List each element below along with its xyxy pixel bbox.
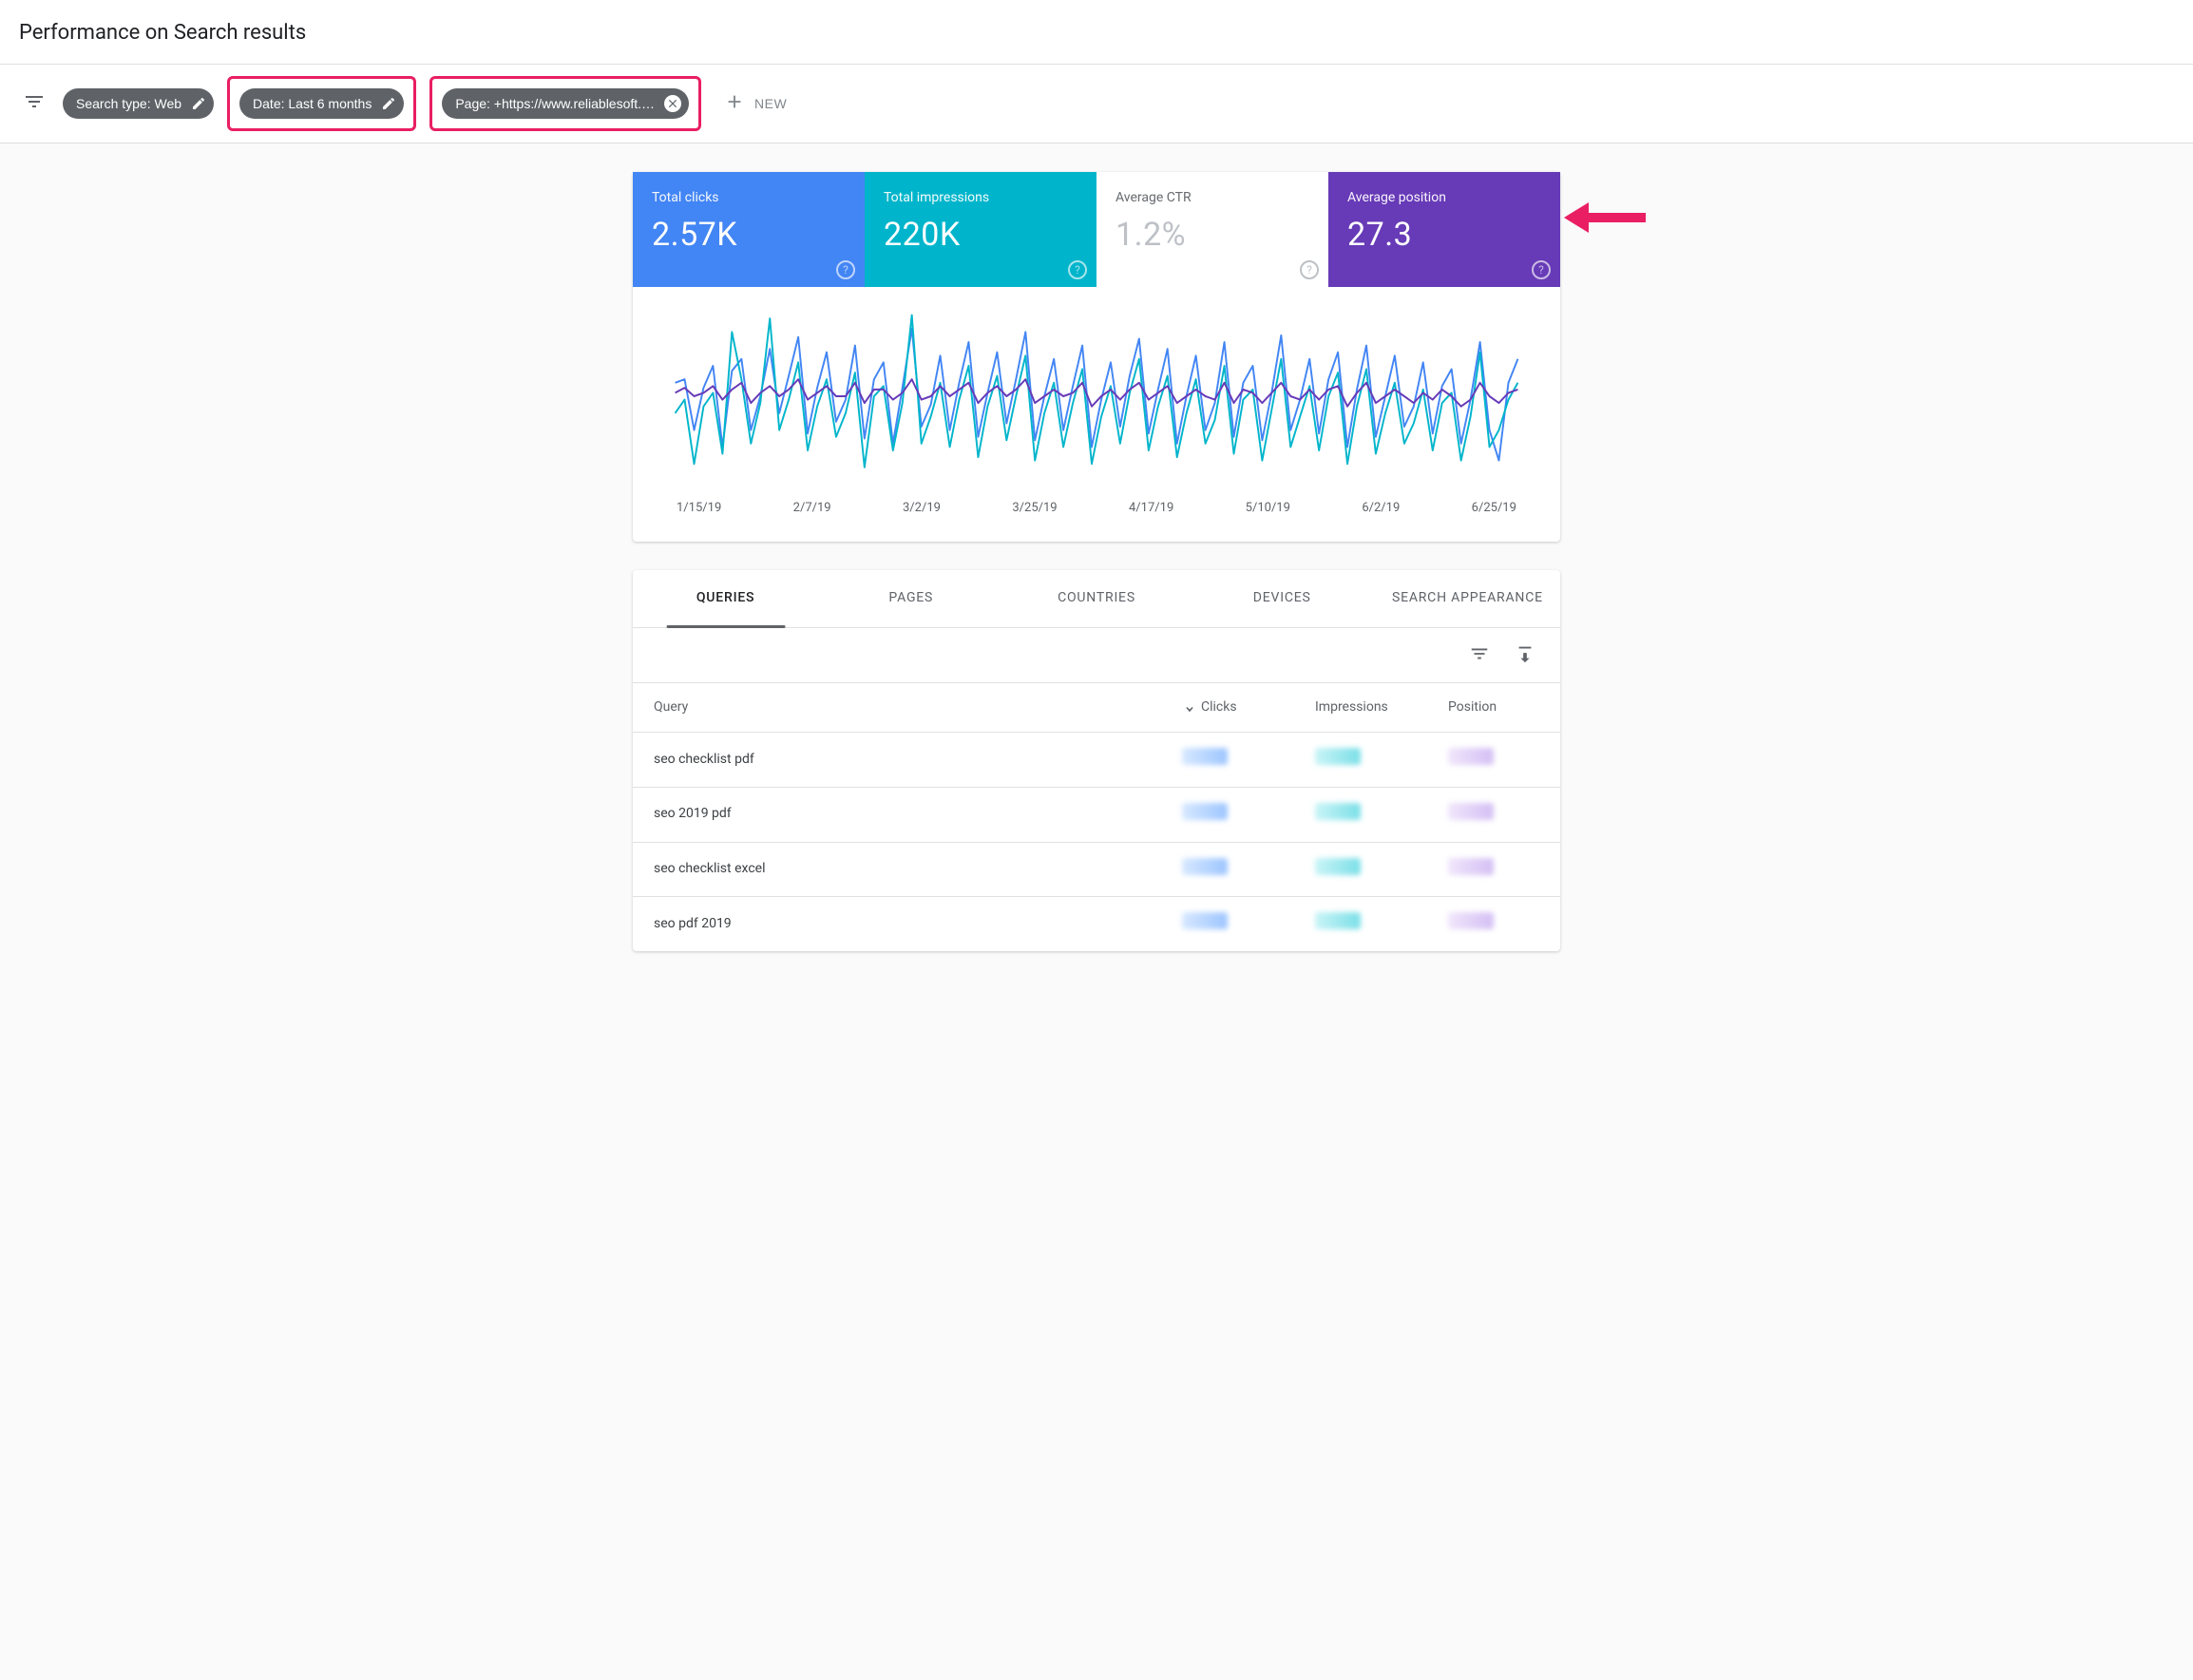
help-icon[interactable]: ? — [836, 260, 855, 279]
metric-label: Average CTR — [1116, 189, 1309, 208]
tab-search_appearance[interactable]: SEARCH APPEARANCE — [1375, 570, 1560, 627]
arrow-down-icon — [1182, 699, 1197, 715]
chip-label: Page: +https://www.reliablesoft.… — [455, 96, 655, 111]
filter-icon-button[interactable] — [19, 86, 49, 120]
cell-position — [1427, 842, 1560, 897]
tab-queries[interactable]: QUERIES — [633, 570, 818, 627]
cell-impressions — [1294, 842, 1427, 897]
overview-card: Total clicks 2.57K ? Total impressions 2… — [633, 172, 1560, 542]
filter-list-icon — [23, 90, 46, 116]
cell-query: seo 2019 pdf — [633, 787, 1161, 842]
metric-label: Total clicks — [652, 189, 846, 208]
table-row[interactable]: seo 2019 pdf — [633, 787, 1560, 842]
annotation-arrow-icon — [1562, 197, 1648, 245]
performance-chart — [639, 296, 1554, 496]
queries-table: Query Clicks Impressions Position seo ch… — [633, 683, 1560, 951]
metric-total-impressions[interactable]: Total impressions 220K ? — [865, 172, 1096, 287]
metric-total-clicks[interactable]: Total clicks 2.57K ? — [633, 172, 865, 287]
tab-pages[interactable]: PAGES — [818, 570, 1003, 627]
download-button[interactable] — [1511, 640, 1539, 671]
pencil-icon — [191, 96, 206, 111]
download-icon — [1515, 653, 1535, 667]
metric-value: 27.3 — [1347, 213, 1541, 258]
cell-clicks — [1161, 733, 1294, 788]
add-filter-label: NEW — [754, 96, 787, 111]
help-icon[interactable]: ? — [1300, 260, 1319, 279]
filter-chip-date-range[interactable]: Date: Last 6 months — [239, 88, 404, 119]
axis-tick: 2/7/19 — [793, 500, 831, 517]
axis-tick: 3/25/19 — [1012, 500, 1057, 517]
metric-label: Average position — [1347, 189, 1541, 208]
queries-table-card: QUERIESPAGESCOUNTRIESDEVICESSEARCH APPEA… — [633, 570, 1560, 951]
cell-query: seo checklist excel — [633, 842, 1161, 897]
metric-average-ctr[interactable]: Average CTR 1.2% ? — [1096, 172, 1328, 287]
cell-query: seo checklist pdf — [633, 733, 1161, 788]
axis-tick: 5/10/19 — [1246, 500, 1290, 517]
cell-impressions — [1294, 897, 1427, 951]
column-header-position[interactable]: Position — [1427, 683, 1560, 733]
axis-tick: 6/2/19 — [1362, 500, 1400, 517]
axis-tick: 1/15/19 — [677, 500, 721, 517]
axis-tick: 4/17/19 — [1129, 500, 1173, 517]
filter-bar: Search type: Web Date: Last 6 months Pag… — [0, 65, 2193, 143]
axis-tick: 6/25/19 — [1472, 500, 1516, 517]
metric-value: 1.2% — [1116, 213, 1309, 258]
chip-label: Search type: Web — [76, 96, 181, 111]
metrics-row: Total clicks 2.57K ? Total impressions 2… — [633, 172, 1560, 287]
tab-devices[interactable]: DEVICES — [1190, 570, 1375, 627]
filter-list-icon — [1469, 653, 1490, 667]
cell-query: seo pdf 2019 — [633, 897, 1161, 951]
dimension-tabs: QUERIESPAGESCOUNTRIESDEVICESSEARCH APPEA… — [633, 570, 1560, 628]
cell-position — [1427, 897, 1560, 951]
cell-impressions — [1294, 787, 1427, 842]
axis-tick: 3/2/19 — [903, 500, 941, 517]
plus-icon — [724, 91, 745, 115]
cell-position — [1427, 733, 1560, 788]
table-row[interactable]: seo checklist excel — [633, 842, 1560, 897]
help-icon[interactable]: ? — [1532, 260, 1551, 279]
table-row[interactable]: seo checklist pdf — [633, 733, 1560, 788]
pencil-icon — [381, 96, 396, 111]
filter-chip-search-type[interactable]: Search type: Web — [63, 88, 214, 119]
add-filter-button[interactable]: NEW — [715, 86, 796, 121]
cell-clicks — [1161, 897, 1294, 951]
cell-clicks — [1161, 787, 1294, 842]
page-title: Performance on Search results — [19, 19, 2174, 48]
table-filter-button[interactable] — [1465, 640, 1494, 671]
column-header-impressions[interactable]: Impressions — [1294, 683, 1427, 733]
close-icon[interactable] — [664, 95, 681, 112]
metric-value: 2.57K — [652, 213, 846, 258]
help-icon[interactable]: ? — [1068, 260, 1087, 279]
column-header-query[interactable]: Query — [633, 683, 1161, 733]
tab-countries[interactable]: COUNTRIES — [1003, 570, 1189, 627]
metric-label: Total impressions — [884, 189, 1077, 208]
cell-position — [1427, 787, 1560, 842]
metric-average-position[interactable]: Average position 27.3 ? — [1328, 172, 1560, 287]
chart-x-axis-ticks: 1/15/19 2/7/19 3/2/19 3/25/19 4/17/19 5/10/19… — [639, 496, 1554, 517]
table-row[interactable]: seo pdf 2019 — [633, 897, 1560, 951]
column-header-clicks[interactable]: Clicks — [1161, 683, 1294, 733]
cell-impressions — [1294, 733, 1427, 788]
chip-label: Date: Last 6 months — [253, 96, 372, 111]
annotation-highlight-date: Date: Last 6 months — [227, 76, 416, 131]
metric-value: 220K — [884, 213, 1077, 258]
filter-chip-page[interactable]: Page: +https://www.reliablesoft.… — [442, 88, 689, 119]
annotation-highlight-page: Page: +https://www.reliablesoft.… — [429, 76, 701, 131]
cell-clicks — [1161, 842, 1294, 897]
